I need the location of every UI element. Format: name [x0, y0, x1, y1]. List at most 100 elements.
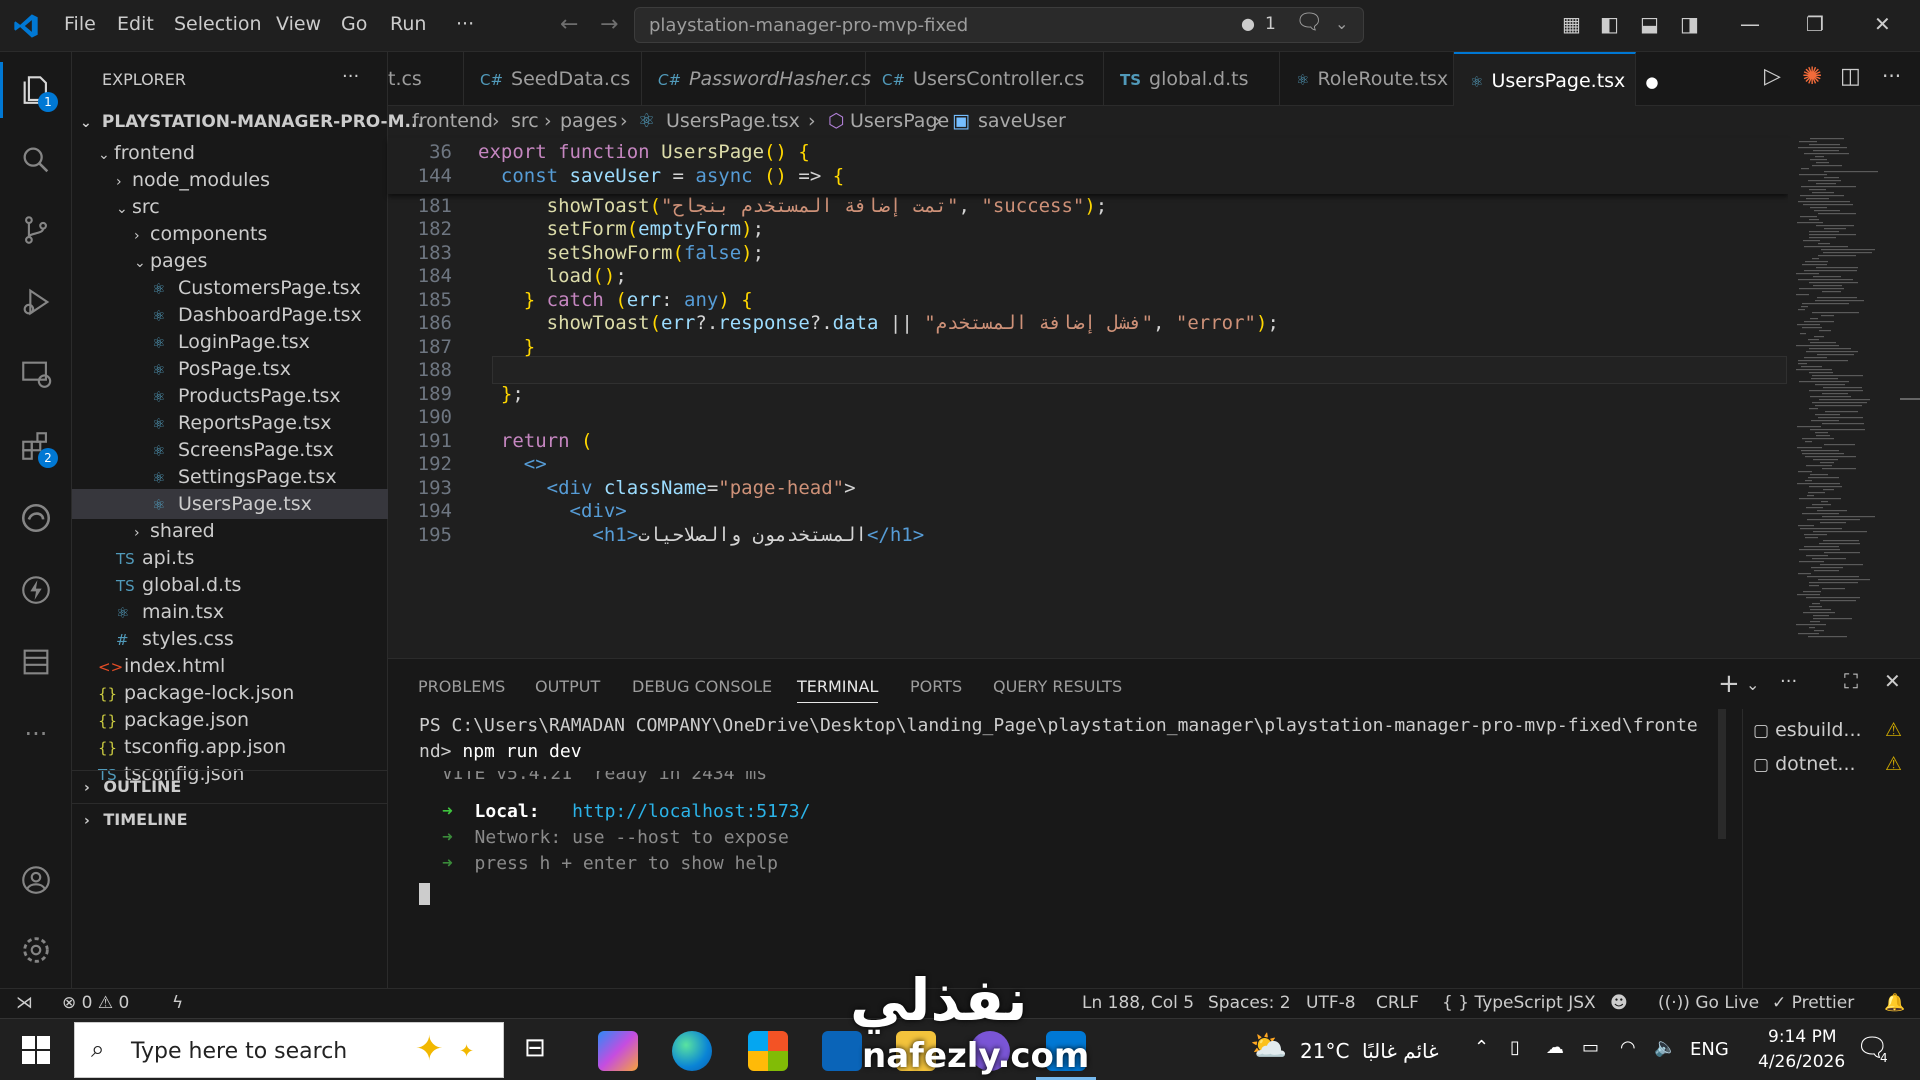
tab-passwordhasher[interactable]: C# PasswordHasher.cs	[642, 52, 871, 106]
outlook-app-icon[interactable]	[822, 1031, 862, 1071]
minimize-icon[interactable]: —	[1740, 12, 1760, 36]
back-arrow-icon[interactable]: ←	[560, 12, 578, 37]
forward-arrow-icon[interactable]: →	[600, 12, 618, 37]
tree-item[interactable]: <>index.html	[72, 651, 388, 681]
toggle-panel-icon[interactable]: ⬓	[1640, 12, 1659, 36]
wifi-icon[interactable]: ◠	[1620, 1037, 1636, 1058]
breadcrumb-symbol[interactable]: saveUser	[978, 110, 1066, 132]
code-line[interactable]: 195 <h1>المستخدمون والصلاحيات</h1>	[388, 521, 924, 549]
tab-more-actions-icon[interactable]: ···	[1882, 64, 1901, 88]
weather-cloud-icon[interactable]: ⛅	[1250, 1029, 1287, 1064]
tree-item[interactable]: {} tsconfig.app.json	[72, 732, 388, 762]
tree-item[interactable]: TS global.d.ts	[72, 570, 388, 600]
source-control-icon[interactable]	[18, 212, 54, 248]
workspace-root[interactable]: ⌄ PLAYSTATION-MANAGER-PRO-M...	[72, 107, 424, 137]
tree-item[interactable]: {} package.json	[72, 705, 388, 735]
go-live-button[interactable]: ((·)) Go Live	[1658, 993, 1759, 1013]
tab-t-cs[interactable]: t.cs	[388, 52, 464, 106]
clock-time[interactable]: 9:14 PM	[1768, 1027, 1837, 1047]
menu-selection[interactable]: Selection	[174, 13, 262, 35]
timeline-section[interactable]: › TIMELINE	[72, 803, 388, 835]
tab-global-d-ts[interactable]: TS global.d.ts	[1104, 52, 1280, 106]
windows-start-icon[interactable]	[22, 1036, 50, 1064]
customize-layout-icon[interactable]: ▦	[1562, 12, 1581, 36]
menu-more[interactable]: ···	[456, 13, 474, 35]
taskbar-search-box[interactable]: ⌕ Type here to search ✦ ✦	[74, 1022, 504, 1078]
run-debug-icon[interactable]	[18, 284, 54, 320]
search-icon[interactable]	[18, 142, 54, 178]
run-file-icon[interactable]: ▷	[1764, 64, 1781, 89]
local-url-link[interactable]: http://localhost:5173/	[572, 801, 810, 822]
tree-item[interactable]: ⚛ CustomersPage.tsx	[72, 273, 388, 303]
line-ending[interactable]: CRLF	[1376, 993, 1419, 1013]
tree-item[interactable]: ⚛ ScreensPage.tsx	[72, 435, 388, 465]
task-view-icon[interactable]: ⊟	[524, 1033, 546, 1063]
tree-item[interactable]: ⌄ pages	[72, 246, 388, 276]
remote-explorer-icon[interactable]	[18, 356, 54, 392]
prettier-button[interactable]: ✓ Prettier	[1772, 993, 1854, 1013]
outline-section[interactable]: › OUTLINE	[72, 770, 388, 802]
battery-icon[interactable]: ▭	[1582, 1037, 1599, 1058]
menu-run[interactable]: Run	[390, 13, 426, 35]
tree-item[interactable]: ⚛ LoginPage.tsx	[72, 327, 388, 357]
new-terminal-icon[interactable]: +	[1718, 669, 1740, 699]
edge-app-icon[interactable]	[672, 1031, 712, 1071]
tablet-icon[interactable]: ▯	[1510, 1037, 1520, 1058]
toggle-sidebar-icon[interactable]: ◧	[1600, 12, 1619, 36]
code-editor[interactable]: 180181 showToast("تمت إضافة المستخدم بنج…	[388, 138, 1788, 658]
sticky-line[interactable]: 144 const saveUser = async () => {	[388, 162, 845, 190]
copilot-app-icon[interactable]	[598, 1031, 638, 1071]
minimap-slider[interactable]	[1900, 398, 1920, 400]
tree-item[interactable]: ⚛ main.tsx	[72, 597, 388, 627]
chevron-up-icon[interactable]: ⌃	[1474, 1037, 1489, 1058]
tree-item[interactable]: › components	[72, 219, 388, 249]
panel-tab-terminal[interactable]: TERMINAL	[797, 677, 879, 703]
menu-edit[interactable]: Edit	[117, 13, 154, 35]
weather-temperature[interactable]: 21°C	[1300, 1039, 1349, 1063]
minimap[interactable]	[1788, 138, 1920, 658]
terminal-scrollbar[interactable]	[1718, 709, 1726, 839]
indentation[interactable]: Spaces: 2	[1208, 993, 1291, 1013]
restore-icon[interactable]: ❐	[1806, 12, 1824, 36]
tree-item[interactable]: ⚛ ProductsPage.tsx	[72, 381, 388, 411]
volume-icon[interactable]: 🔈	[1654, 1037, 1676, 1058]
clock-date[interactable]: 4/26/2026	[1758, 1052, 1845, 1072]
terminal-item-dotnet[interactable]: ▢ dotnet... ⚠	[1753, 753, 1902, 775]
sidebar-more-button[interactable]: ···	[342, 66, 359, 87]
close-window-icon[interactable]: ✕	[1874, 12, 1891, 36]
tree-item[interactable]: ⚛ ReportsPage.tsx	[72, 408, 388, 438]
breadcrumb-file[interactable]: UsersPage.tsx	[666, 110, 800, 132]
tab-seeddata[interactable]: C# SeedData.cs	[464, 52, 642, 106]
tree-item[interactable]: ⚛ UsersPage.tsx	[72, 489, 388, 519]
menu-go[interactable]: Go	[341, 13, 367, 35]
split-editor-icon[interactable]: ◫	[1840, 64, 1861, 89]
account-icon[interactable]	[18, 862, 54, 898]
copilot-sparkle-icon[interactable]: ✺	[1802, 62, 1822, 90]
panel-tab-ports[interactable]: PORTS	[910, 677, 962, 696]
tree-item[interactable]: › node_modules	[72, 165, 388, 195]
problems-indicator[interactable]: ⊗ 0 ⚠ 0	[62, 993, 129, 1013]
tree-item[interactable]: {} package-lock.json	[72, 678, 388, 708]
tree-item[interactable]: # styles.css	[72, 624, 388, 654]
tree-item[interactable]: ⌄ src	[72, 192, 388, 222]
tab-roleroute[interactable]: ⚛ RoleRoute.tsx	[1280, 52, 1454, 106]
more-views-icon[interactable]: ···	[18, 716, 54, 752]
chevron-down-icon[interactable]: ⌄	[1746, 675, 1759, 694]
extensions-icon[interactable]: 2	[18, 428, 58, 468]
database-icon[interactable]	[18, 644, 54, 680]
notifications-bell-icon[interactable]: 🔔	[1884, 993, 1905, 1013]
maximize-panel-icon[interactable]: ⛶	[1844, 669, 1858, 693]
panel-tab-debug-console[interactable]: DEBUG CONSOLE	[632, 677, 772, 696]
input-language[interactable]: ENG	[1690, 1039, 1729, 1060]
language-mode[interactable]: { } TypeScript JSX	[1442, 993, 1596, 1013]
weather-condition[interactable]: غائم غالبًا	[1362, 1039, 1439, 1063]
chevron-down-icon[interactable]: ⌄	[1335, 14, 1348, 33]
terminal-item-esbuild[interactable]: ▢ esbuild... ⚠	[1753, 719, 1902, 741]
copilot-status-icon[interactable]: ☻	[1610, 993, 1628, 1013]
close-panel-icon[interactable]: ✕	[1884, 669, 1901, 693]
tree-item[interactable]: ⚛ SettingsPage.tsx	[72, 462, 388, 492]
ports-icon[interactable]: ϟ	[172, 993, 183, 1013]
chat-icon[interactable]: 🗨	[1295, 10, 1323, 35]
sticky-scroll[interactable]: 36 export function UsersPage() {144 const…	[388, 138, 1788, 194]
settings-gear-icon[interactable]	[18, 932, 54, 968]
